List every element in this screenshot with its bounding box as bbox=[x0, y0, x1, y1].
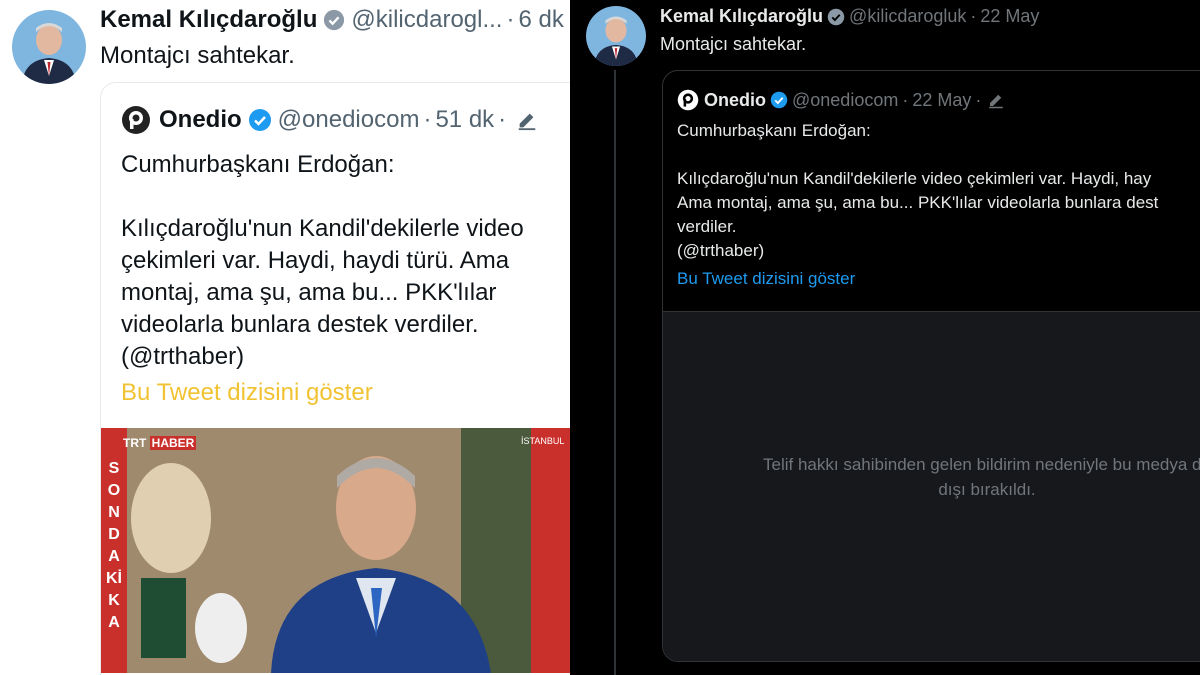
author-avatar[interactable] bbox=[12, 10, 86, 84]
onedio-logo bbox=[121, 105, 151, 135]
author-handle[interactable]: @kilicdarogluk bbox=[849, 6, 966, 27]
show-thread-link[interactable]: Bu Tweet dizisini göster bbox=[677, 269, 855, 289]
tweet-header: Kemal Kılıçdaroğlu @kilicdarogluk · 22 M… bbox=[660, 6, 1039, 27]
tweet-text: Montajcı sahtekar. bbox=[100, 42, 295, 69]
edit-icon bbox=[516, 109, 538, 131]
dot-separator: · bbox=[423, 106, 432, 133]
author-name[interactable]: Kemal Kılıçdaroğlu bbox=[660, 6, 823, 27]
quoted-tweet-header: Onedio @onediocom · 51 dk · bbox=[121, 105, 538, 135]
dot-separator: · bbox=[970, 6, 977, 26]
channel-logo: TRT HABER bbox=[123, 436, 197, 450]
thread-line bbox=[614, 70, 616, 675]
verified-icon bbox=[323, 9, 345, 31]
verified-icon bbox=[827, 8, 845, 26]
quoted-tweet-time[interactable]: 22 May bbox=[912, 90, 971, 111]
author-name[interactable]: Kemal Kılıçdaroğlu bbox=[100, 6, 317, 34]
dot-separator: · bbox=[975, 89, 982, 110]
verified-icon bbox=[770, 91, 788, 109]
withheld-media-message: Telif hakkı sahibinden gelen bildirim ne… bbox=[763, 455, 1200, 499]
dot-separator: · bbox=[506, 6, 515, 33]
quoted-author-handle[interactable]: @onediocom bbox=[792, 90, 898, 111]
dot-separator: · bbox=[498, 106, 507, 133]
withheld-media-placeholder: Telif hakkı sahibinden gelen bildirim ne… bbox=[663, 311, 1200, 661]
location-label: İSTANBUL bbox=[521, 436, 565, 446]
quoted-tweet-card[interactable]: Onedio @onediocom · 51 dk · Cumhurbaşkan… bbox=[100, 82, 570, 675]
onedio-logo bbox=[677, 89, 699, 111]
dot-separator: · bbox=[902, 89, 909, 110]
quoted-tweet-text: Cumhurbaşkanı Erdoğan: Kılıçdaroğlu'nun … bbox=[677, 121, 1159, 260]
quoted-tweet-time[interactable]: 51 dk bbox=[435, 106, 494, 134]
quoted-tweet-card[interactable]: Onedio @onediocom · 22 May · Cumhurbaşka… bbox=[662, 70, 1200, 662]
video-thumbnail[interactable]: TRT HABER İSTANBUL SON DAKİKA bbox=[101, 428, 570, 673]
author-handle[interactable]: @kilicdarogl... bbox=[351, 6, 502, 34]
tweet-time[interactable]: 6 dk bbox=[518, 6, 563, 34]
tweet-time[interactable]: 22 May bbox=[980, 6, 1039, 27]
author-avatar[interactable] bbox=[586, 6, 646, 66]
edit-icon bbox=[987, 91, 1005, 109]
quoted-author-handle[interactable]: @onediocom bbox=[278, 106, 420, 134]
quoted-author-name[interactable]: Onedio bbox=[159, 106, 242, 134]
quoted-author-name[interactable]: Onedio bbox=[704, 90, 766, 111]
show-thread-link[interactable]: Bu Tweet dizisini göster bbox=[121, 379, 373, 407]
tweet-header: Kemal Kılıçdaroğlu @kilicdarogl... · 6 d… bbox=[100, 6, 564, 34]
tweet-text: Montajcı sahtekar. bbox=[660, 34, 807, 54]
verified-icon bbox=[248, 108, 272, 132]
left-screenshot: Kemal Kılıçdaroğlu @kilicdarogl... · 6 d… bbox=[0, 0, 570, 675]
quoted-tweet-header: Onedio @onediocom · 22 May · bbox=[677, 89, 1005, 111]
right-screenshot: Kemal Kılıçdaroğlu @kilicdarogluk · 22 M… bbox=[570, 0, 1200, 675]
quoted-tweet-text: Cumhurbaşkanı Erdoğan: Kılıçdaroğlu'nun … bbox=[121, 151, 524, 370]
breaking-news-banner: SON DAKİKA bbox=[106, 460, 122, 631]
